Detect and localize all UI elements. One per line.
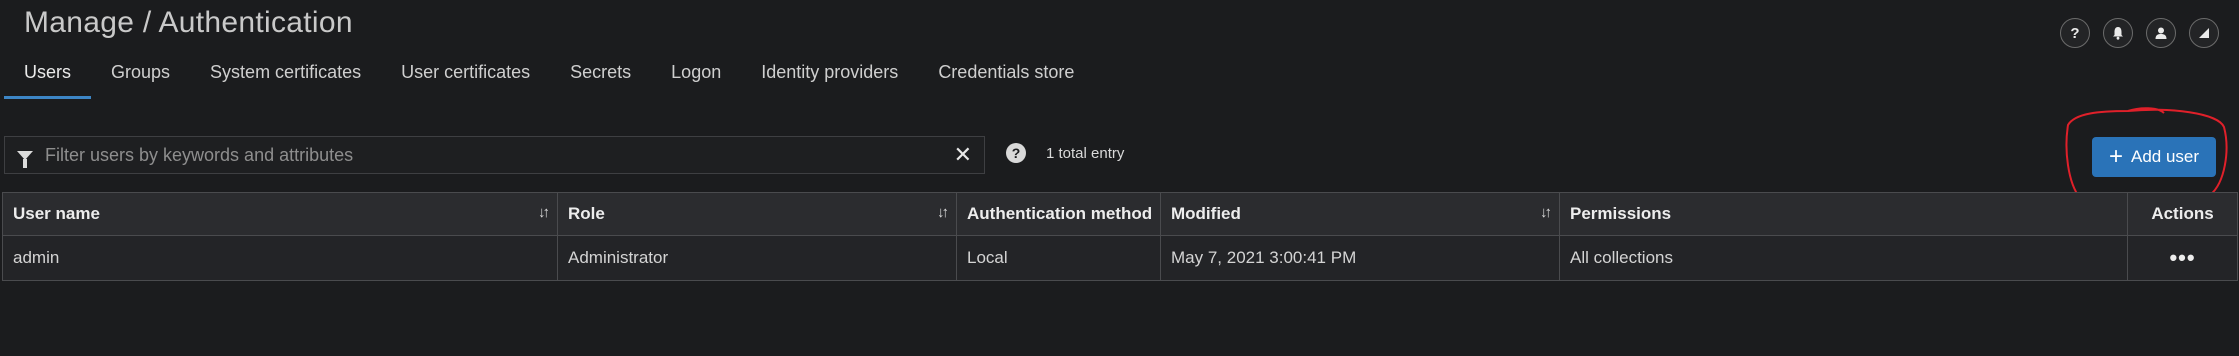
sort-icon[interactable]: ↓↑	[1540, 204, 1552, 221]
user-icon[interactable]	[2146, 18, 2176, 48]
tab-credentials-store[interactable]: Credentials store	[918, 58, 1094, 99]
sort-icon[interactable]: ↓↑	[538, 204, 550, 221]
filter-icon	[17, 150, 33, 168]
cell-actions: •••	[2127, 235, 2238, 281]
table-row[interactable]: admin Administrator Local May 7, 2021 3:…	[2, 235, 2238, 281]
question-icon[interactable]: ?	[1006, 143, 1026, 163]
plus-icon: +	[2108, 143, 2123, 170]
close-icon[interactable]: ✕	[954, 142, 972, 168]
more-options-icon[interactable]: •••	[2169, 245, 2195, 270]
users-table: User name ↓↑ Role ↓↑ Authentication meth…	[2, 192, 2238, 281]
add-user-button[interactable]: + Add user	[2092, 137, 2216, 177]
cell-modified: May 7, 2021 3:00:41 PM	[1160, 235, 1560, 281]
column-header-user-name[interactable]: User name ↓↑	[2, 192, 558, 236]
table-header-row: User name ↓↑ Role ↓↑ Authentication meth…	[2, 192, 2238, 236]
tab-secrets[interactable]: Secrets	[550, 58, 651, 99]
sort-icon[interactable]: ↓↑	[937, 204, 949, 221]
entry-count: 1 total entry	[1046, 145, 1125, 162]
help-icon[interactable]: ?	[2060, 18, 2090, 48]
top-toolbar: ?	[2060, 18, 2219, 48]
cell-authentication-method: Local	[956, 235, 1161, 281]
tab-user-certificates[interactable]: User certificates	[381, 58, 550, 99]
column-header-authentication-method: Authentication method	[956, 192, 1161, 236]
add-user-label: Add user	[2130, 147, 2200, 166]
column-header-role[interactable]: Role ↓↑	[557, 192, 957, 236]
column-header-actions: Actions	[2127, 192, 2238, 236]
cell-user-name: admin	[2, 235, 558, 281]
tab-groups[interactable]: Groups	[91, 58, 190, 99]
column-header-permissions: Permissions	[1559, 192, 2128, 236]
tab-users[interactable]: Users	[4, 58, 92, 99]
tab-bar: Users Groups System certificates User ce…	[4, 58, 1094, 99]
page-title: Manage / Authentication	[24, 6, 353, 39]
bell-icon[interactable]	[2103, 18, 2133, 48]
cell-role: Administrator	[557, 235, 957, 281]
filter-bar: ✕	[4, 136, 985, 174]
tab-identity-providers[interactable]: Identity providers	[741, 58, 918, 99]
filter-input[interactable]	[43, 143, 954, 167]
signal-icon[interactable]	[2189, 18, 2219, 48]
tab-system-certificates[interactable]: System certificates	[190, 58, 381, 99]
column-header-modified[interactable]: Modified ↓↑	[1160, 192, 1560, 236]
cell-permissions: All collections	[1559, 235, 2128, 281]
tab-logon[interactable]: Logon	[651, 58, 741, 99]
